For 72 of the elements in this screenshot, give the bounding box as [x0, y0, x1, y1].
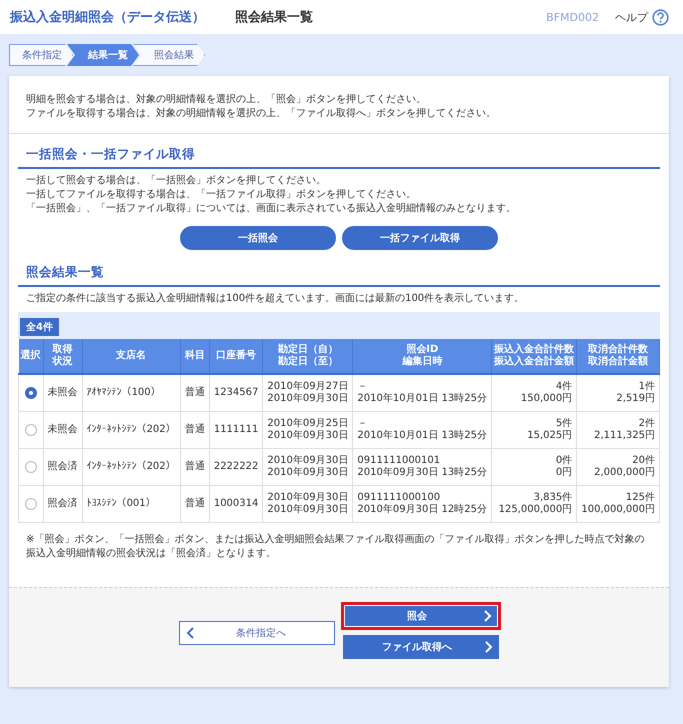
column-header: 取得状況 [52, 344, 73, 368]
column-header: 勘定日（自） [276, 344, 339, 355]
column-header: 取消合計件数 [586, 344, 650, 356]
table-cell: 0911111000100 2010年09月30日 12時25分 [352, 486, 492, 522]
column-header: 口座番号 [215, 350, 258, 362]
bulk-button[interactable]: 一括ファイル取得 [342, 226, 498, 250]
radio-button[interactable] [24, 498, 37, 510]
table-cell: 普通 [180, 374, 210, 412]
table-cell: ｲﾝﾀｰﾈｯﾄｼﾃﾝ（202） [82, 412, 180, 448]
table-cell: 普通 [180, 412, 210, 448]
column-header: 編集日時 [401, 356, 444, 368]
radio-button[interactable] [24, 424, 37, 436]
section-heading: 照会結果一覧 [18, 264, 660, 287]
back-button[interactable]: 条件指定へ [179, 620, 335, 644]
table-cell: 5件 15,025円 [492, 412, 577, 448]
note-text: ※「照会」ボタン、「一括照会」ボタン、または振込入金明細照会結果ファイル取得画面の「ファイル取得」ボタンを押した時点で対象の振込入金明細情報の照会状況は「照会済」となります。 [26, 533, 646, 561]
table-cell: 1000314 [209, 486, 263, 522]
instruction-text: ファイルを取得する場合は、対象の明細情報を選択の上、「ファイル取得へ」ボタンを押してください。 [26, 107, 497, 121]
table-cell: 照会済 [43, 448, 82, 486]
table-cell: 20件 2,000,000円 [576, 448, 660, 486]
table-cell: － 2010年10月01日 13時25分 [352, 412, 492, 448]
table-cell: 0件 0円 [492, 448, 577, 486]
table-cell: 1件 2,519円 [576, 374, 660, 412]
next-button[interactable]: 照会 [341, 602, 501, 630]
chevron-right-icon [485, 641, 493, 653]
instruction-text: 「一括照会」、「一括ファイル取得」については、画面に表示されている振込入金明細情報のみとなります。 [26, 202, 517, 216]
table-cell: 1111111 [209, 412, 263, 448]
table-cell: 2件 2,111,325円 [576, 412, 660, 448]
help-link[interactable]: ヘルプ [615, 10, 648, 24]
radio-button[interactable] [24, 460, 37, 473]
column-header: 照会ID [405, 344, 440, 356]
column-header: 振込入金合計金額 [494, 356, 574, 368]
count-badge: 全4件 [20, 318, 59, 336]
table-cell: 未照会 [43, 412, 82, 448]
table-cell: 4件 150,000円 [492, 374, 577, 412]
chevron-left-icon [186, 626, 194, 638]
table-cell: 2010年09月30日 2010年09月30日 [262, 486, 353, 522]
radio-button[interactable] [24, 386, 37, 399]
column-header: 取消合計金額 [586, 356, 650, 368]
table-cell: 1234567 [209, 374, 263, 412]
table-cell: 2222222 [209, 448, 263, 486]
table-cell: 0911111000101 2010年09月30日 13時25分 [352, 448, 492, 486]
bulk-button[interactable]: 一括照会 [180, 226, 336, 250]
column-header: 勘定日（至） [276, 356, 339, 368]
table-cell: 2010年09月27日 2010年09月30日 [262, 374, 353, 412]
table-cell: 2010年09月25日 2010年09月30日 [262, 412, 353, 448]
page-title: 振込入金明細照会（データ伝送） [10, 8, 205, 26]
column-header: 科目 [184, 350, 206, 362]
page-subtitle: 照会結果一覧 [235, 9, 313, 26]
column-header: 支店名 [115, 350, 148, 362]
instruction-text: 一括して照会する場合は、「一括照会」ボタンを押してください。 [26, 174, 327, 188]
help-icon[interactable] [652, 8, 669, 26]
column-header: 振込入金合計件数 [494, 344, 574, 356]
table-cell: 2010年09月30日 2010年09月30日 [262, 448, 353, 486]
section-heading: 一括照会・一括ファイル取得 [18, 146, 660, 169]
chevron-right-icon [484, 610, 492, 622]
screen-id: BFMD002 [546, 10, 599, 24]
table-cell: － 2010年10月01日 13時25分 [352, 374, 492, 412]
table-cell: ﾄﾖｽｼﾃﾝ（001） [82, 486, 180, 522]
table-cell: 未照会 [43, 374, 82, 412]
table-cell: 普通 [180, 486, 210, 522]
table-cell: 125件 100,000,000円 [576, 486, 660, 522]
column-header: 選択 [20, 350, 41, 362]
table-cell: 3,835件 125,000,000円 [492, 486, 577, 522]
table-cell: ｱｵﾔﾏｼﾃﾝ（100） [82, 374, 180, 412]
notice-text: ご指定の条件に該当する振込入金明細情報は100件を超えています。画面には最新の100件を表示しています。 [26, 292, 526, 306]
next-button[interactable]: ファイル取得へ [343, 635, 499, 659]
table-cell: 照会済 [43, 486, 82, 522]
table-cell: 普通 [180, 448, 210, 486]
table-cell: ｲﾝﾀｰﾈｯﾄｼﾃﾝ（202） [82, 448, 180, 486]
instruction-text: 一括してファイルを取得する場合は、「一括ファイル取得」ボタンを押してください。 [26, 188, 417, 202]
instruction-text: 明細を照会する場合は、対象の明細情報を選択の上、「照会」ボタンを押してください。 [26, 93, 427, 107]
